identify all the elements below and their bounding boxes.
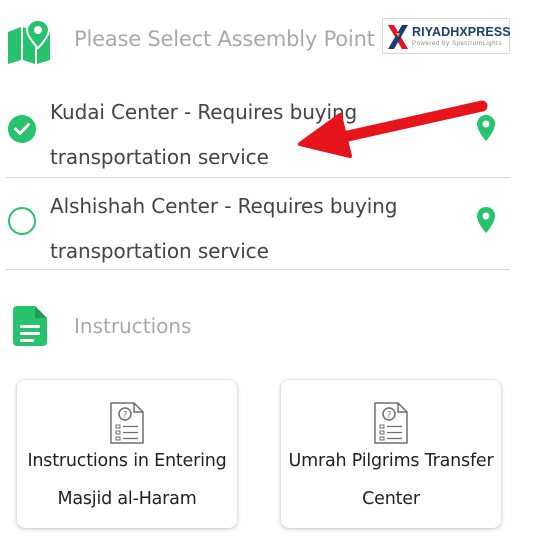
- question-checklist-icon: ?: [374, 402, 408, 444]
- radio-empty-icon[interactable]: [8, 207, 36, 235]
- page-title: Please Select Assembly Point: [74, 27, 375, 51]
- header: Please Select Assembly Point RIYADHXPRES…: [0, 0, 540, 82]
- logo-tagline: Powered by SpectrumLights: [412, 41, 503, 47]
- assembly-option-kudai[interactable]: Kudai Center - Requires buying transport…: [6, 84, 510, 178]
- check-circle-icon[interactable]: [8, 115, 36, 143]
- assembly-option-label: Alshishah Center - Requires buying trans…: [50, 194, 398, 263]
- map-pin-icon[interactable]: [476, 206, 496, 234]
- document-icon: [13, 306, 47, 346]
- question-checklist-icon: ?: [110, 402, 144, 444]
- assembly-option-alshishah[interactable]: Alshishah Center - Requires buying trans…: [6, 178, 510, 270]
- logo-x-icon: [388, 25, 408, 49]
- svg-text:?: ?: [123, 411, 128, 421]
- map-pin-icon[interactable]: [476, 114, 496, 142]
- logo-wordmark: RIYADHXPRESS: [412, 25, 511, 39]
- card-label: Umrah Pilgrims Transfer Center: [288, 451, 494, 509]
- card-instructions-masjid[interactable]: ? Instructions in Entering Masjid al-Har…: [17, 380, 237, 528]
- assembly-option-label: Kudai Center - Requires buying transport…: [50, 100, 358, 169]
- brand-logo: RIYADHXPRESS Powered by SpectrumLights: [382, 18, 511, 54]
- card-umrah-transfer[interactable]: ? Umrah Pilgrims Transfer Center: [281, 380, 501, 528]
- instructions-title: Instructions: [74, 314, 192, 338]
- card-label: Instructions in Entering Masjid al-Haram: [27, 451, 227, 509]
- map-location-icon: [8, 18, 51, 64]
- svg-text:?: ?: [387, 411, 392, 421]
